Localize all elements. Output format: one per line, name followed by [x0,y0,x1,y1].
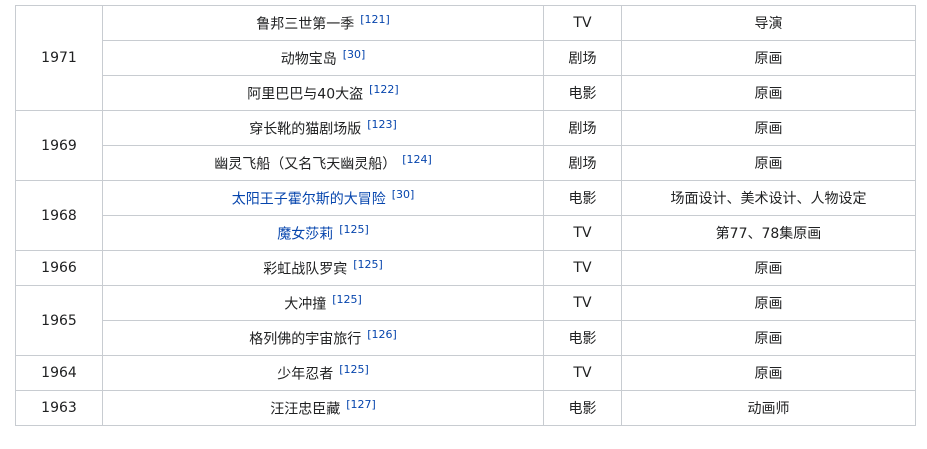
citation-link[interactable]: [121] [360,13,390,26]
citation-link[interactable]: [122] [369,83,399,96]
role-cell: 原画 [621,320,916,356]
title-text: 穿长靴的猫剧场版 [249,121,362,138]
table-row: 1971 鲁邦三世第一季 [121] TV 导演 [15,5,916,111]
table-row: 阿里巴巴与40大盗 [122] 电影 原画 [16,75,916,111]
year-cell: 1969 [15,110,103,181]
title-cell: 汪汪忠臣藏 [127] [102,390,544,426]
title-cell: 彩虹战队罗宾 [125] [102,250,544,286]
type-cell: 电影 [543,75,622,111]
role-cell: 原画 [621,110,916,146]
citation-link[interactable]: [124] [402,153,432,166]
title-text: 阿里巴巴与40大盗 [247,86,364,103]
title-cell: 穿长靴的猫剧场版 [123] [102,110,544,146]
type-cell: TV [543,285,622,321]
role-cell: 第77、78集原画 [621,215,916,251]
title-cell: 幽灵飞船（又名飞天幽灵船） [124] [102,145,544,181]
title-cell: 魔女莎莉 [125] [102,215,544,251]
table-row: 1968 太阳王子霍尔斯的大冒险 [30] 电影 场面设计、美术设计、人物设定 [15,180,916,251]
type-cell: TV [543,5,622,41]
title-text: 少年忍者 [277,366,334,383]
citation-link[interactable]: [125] [353,258,383,271]
citation-link[interactable]: [126] [367,328,397,341]
year-cell: 1965 [15,285,103,356]
citation-link[interactable]: [123] [367,118,397,131]
title-cell: 动物宝岛 [30] [102,40,544,76]
year-cell: 1968 [15,180,103,251]
table-row: 1966 彩虹战队罗宾 [125] TV 原画 [15,250,916,286]
role-cell: 场面设计、美术设计、人物设定 [621,180,916,216]
title-cell: 阿里巴巴与40大盗 [122] [102,75,544,111]
role-cell: 原画 [621,145,916,181]
title-text: 大冲撞 [284,296,327,313]
table-row: 动物宝岛 [30] 剧场 原画 [16,40,916,76]
type-cell: TV [543,250,622,286]
role-cell: 原画 [621,75,916,111]
table-row: 幽灵飞船（又名飞天幽灵船） [124] 剧场 原画 [16,145,916,181]
title-text: 格列佛的宇宙旅行 [249,331,362,348]
type-cell: TV [543,215,622,251]
type-cell: 电影 [543,180,622,216]
title-cell: 格列佛的宇宙旅行 [126] [102,320,544,356]
title-link[interactable]: 太阳王子霍尔斯的大冒险 [232,191,386,207]
title-link[interactable]: 魔女莎莉 [277,226,333,242]
citation-link[interactable]: [30] [392,188,415,201]
role-cell: 原画 [621,285,916,321]
year-cell: 1964 [15,355,103,391]
title-text: 鲁邦三世第一季 [256,16,355,33]
table-row: 1965 大冲撞 [125] TV 原画 [15,285,916,356]
title-text: 幽灵飞船（又名飞天幽灵船） [214,156,397,173]
citation-link[interactable]: [127] [346,398,376,411]
type-cell: TV [543,355,622,391]
title-text: 彩虹战队罗宾 [263,261,348,278]
citation-link[interactable]: [30] [343,48,366,61]
type-cell: 剧场 [543,40,622,76]
title-cell: 大冲撞 [125] [102,285,544,321]
table-row: 1969 穿长靴的猫剧场版 [123] 剧场 原画 [15,110,916,181]
year-cell: 1971 [15,5,103,111]
table-row: 格列佛的宇宙旅行 [126] 电影 原画 [16,320,916,356]
year-cell: 1966 [15,250,103,286]
type-cell: 电影 [543,390,622,426]
citation-link[interactable]: [125] [339,223,369,236]
citation-link[interactable]: [125] [332,293,362,306]
title-text: 动物宝岛 [280,51,337,68]
role-cell: 动画师 [621,390,916,426]
type-cell: 剧场 [543,110,622,146]
citation-link[interactable]: [125] [339,363,369,376]
table-row: 1963 汪汪忠臣藏 [127] 电影 动画师 [15,390,916,426]
role-cell: 原画 [621,250,916,286]
type-cell: 电影 [543,320,622,356]
type-cell: 剧场 [543,145,622,181]
year-cell: 1963 [15,390,103,426]
works-table: 1971 鲁邦三世第一季 [121] TV 导演 动物宝岛 [30] 剧场 原画 阿里巴巴与40大… [15,5,916,426]
table-row: 1964 少年忍者 [125] TV 原画 [15,355,916,391]
title-cell: 鲁邦三世第一季 [121] [102,5,544,41]
role-cell: 导演 [621,5,916,41]
title-text: 汪汪忠臣藏 [270,401,341,418]
works-table-body: 1971 鲁邦三世第一季 [121] TV 导演 动物宝岛 [30] 剧场 原画 阿里巴巴与40大… [15,5,916,426]
table-row: 魔女莎莉 [125] TV 第77、78集原画 [16,215,916,251]
title-cell: 少年忍者 [125] [102,355,544,391]
title-cell: 太阳王子霍尔斯的大冒险 [30] [102,180,544,216]
role-cell: 原画 [621,40,916,76]
role-cell: 原画 [621,355,916,391]
